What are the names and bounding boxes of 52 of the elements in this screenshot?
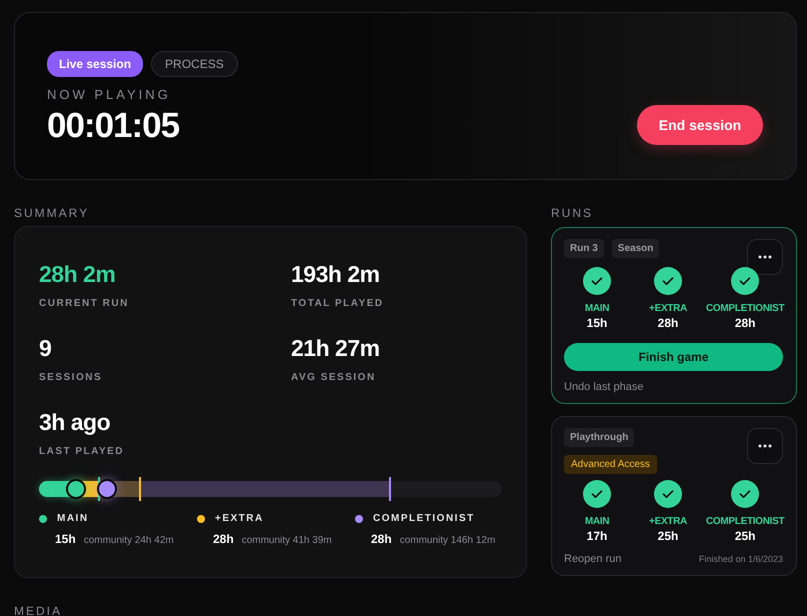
legend-time: 15h bbox=[55, 532, 76, 546]
stat-value: 9 bbox=[39, 335, 52, 362]
run-tag: Playthrough bbox=[564, 428, 634, 447]
stat-label: SESSIONS bbox=[39, 372, 104, 383]
legend-time: 28h bbox=[371, 532, 392, 546]
more-icon bbox=[758, 255, 772, 259]
more-icon bbox=[758, 444, 772, 448]
run-card[interactable]: Run 3 Season MAIN 15h +EXTRA 28h COMPLETIONIST 28h Finish game Undo last phase bbox=[551, 227, 797, 404]
section-heading: MEDIA bbox=[14, 604, 64, 616]
legend-label: COMPLETIONIST bbox=[373, 513, 475, 524]
session-timer: 00:01:05 bbox=[47, 106, 180, 146]
phase-label: MAIN bbox=[584, 516, 610, 527]
phase-label: +EXTRA bbox=[649, 303, 687, 314]
phase-label: +EXTRA bbox=[649, 516, 687, 527]
stat-value: 3h ago bbox=[39, 409, 112, 436]
phase-label: MAIN bbox=[584, 303, 610, 314]
phase-time: 28h bbox=[734, 316, 756, 330]
stat-label: CURRENT RUN bbox=[39, 298, 130, 309]
finish-game-button[interactable]: Finish game bbox=[564, 343, 783, 371]
now-playing-label: NOW PLAYING bbox=[47, 87, 172, 102]
process-badge: PROCESS bbox=[151, 51, 238, 77]
section-heading: RUNS bbox=[551, 206, 594, 220]
stat-value: 28h 2m bbox=[39, 261, 116, 288]
community-time: community 146h 12m bbox=[400, 535, 496, 546]
more-button[interactable] bbox=[747, 239, 783, 275]
access-badge: Advanced Access bbox=[564, 455, 657, 474]
phase-time: 28h bbox=[658, 316, 678, 330]
phase-label: COMPLETIONIST bbox=[706, 303, 784, 314]
community-time: community 24h 42m bbox=[84, 535, 174, 546]
stat-label: AVG SESSION bbox=[291, 372, 377, 383]
legend-time: 28h bbox=[213, 532, 234, 546]
legend-label: +EXTRA bbox=[215, 513, 264, 524]
phase-time: 17h bbox=[586, 529, 608, 543]
phase-time: 15h bbox=[586, 316, 608, 330]
stat-value: 193h 2m bbox=[291, 261, 381, 288]
run-tag: Season bbox=[612, 239, 660, 258]
finished-date: Finished on 1/6/2023 bbox=[698, 554, 783, 564]
end-session-button[interactable]: End session bbox=[637, 105, 763, 145]
stat-value: 21h 27m bbox=[291, 335, 381, 362]
run-action-link[interactable]: Reopen run bbox=[564, 553, 622, 565]
live-session-badge: Live session bbox=[47, 51, 144, 77]
run-card[interactable]: Playthrough Advanced Access MAIN 17h +EXTRA 25h COMPLETIONIST 25h Reopen run Finished on 1/6/2023 bbox=[551, 416, 797, 576]
community-time: community 41h 39m bbox=[242, 535, 332, 546]
phase-time: 25h bbox=[658, 529, 678, 543]
phase-label: COMPLETIONIST bbox=[706, 516, 784, 527]
legend-label: MAIN bbox=[57, 513, 89, 524]
phase-time: 25h bbox=[734, 529, 756, 543]
run-tag: Run 3 bbox=[564, 239, 604, 258]
section-heading: SUMMARY bbox=[14, 206, 90, 220]
stat-label: LAST PLAYED bbox=[39, 446, 126, 457]
stat-label: TOTAL PLAYED bbox=[291, 298, 385, 309]
run-action-link[interactable]: Undo last phase bbox=[564, 381, 644, 393]
